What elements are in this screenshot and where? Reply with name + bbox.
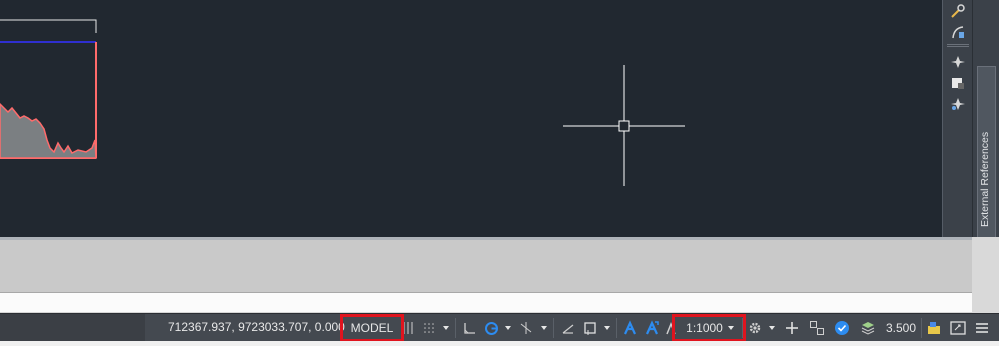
tool-palette-strip <box>942 0 972 237</box>
status-separator <box>455 318 456 338</box>
attach-reference-icon[interactable] <box>948 53 968 71</box>
drawing-canvas[interactable] <box>0 0 942 237</box>
isodraft-dropdown-caret[interactable] <box>538 317 550 339</box>
drawing-content <box>0 19 685 186</box>
object-snap-tracking-icon[interactable] <box>558 317 578 339</box>
status-separator <box>921 318 922 338</box>
isodraft-icon[interactable] <box>516 317 536 339</box>
polar-tracking-icon[interactable] <box>482 317 500 339</box>
reference-manager-icon[interactable] <box>948 95 968 113</box>
workspace-dropdown-caret[interactable] <box>766 317 778 339</box>
refresh-reference-icon[interactable] <box>948 74 968 92</box>
polar-dropdown-caret[interactable] <box>502 317 514 339</box>
command-area-right <box>972 237 999 316</box>
command-history-area <box>0 237 999 294</box>
osnap-dropdown-caret[interactable] <box>601 317 613 339</box>
window-bottom-edge <box>0 341 999 346</box>
palette-separator <box>947 44 969 47</box>
snap-icon[interactable] <box>420 317 438 339</box>
status-separator <box>553 318 554 338</box>
external-references-label: External References <box>979 131 991 227</box>
model-highlight-annotation <box>340 314 404 342</box>
command-line-input[interactable] <box>0 292 972 312</box>
plus-icon[interactable] <box>782 317 802 339</box>
snap-dropdown-caret[interactable] <box>440 317 452 339</box>
units-icon[interactable] <box>806 317 828 339</box>
clean-screen-icon[interactable] <box>948 317 968 339</box>
lineweight-value[interactable]: 3.500 <box>884 317 918 339</box>
object-snap-icon[interactable] <box>580 317 600 339</box>
path-edit-icon[interactable] <box>948 23 968 41</box>
frame-line <box>0 19 97 33</box>
hardware-acceleration-icon[interactable] <box>924 317 944 339</box>
external-references-tab[interactable]: External References <box>977 66 996 237</box>
autocad-window: External References 712367.937, 9723033.… <box>0 0 999 346</box>
gear-icon[interactable] <box>746 317 764 339</box>
scale-highlight-annotation <box>672 314 746 342</box>
status-separator <box>616 318 617 338</box>
isolate-objects-icon[interactable] <box>857 317 879 339</box>
quick-properties-icon[interactable] <box>831 317 853 339</box>
terrain-profile <box>0 102 97 159</box>
auto-scale-icon[interactable] <box>642 317 662 339</box>
status-bar: 712367.937, 9723033.707, 0.000 MODEL 1:1… <box>0 313 999 342</box>
wrench-icon[interactable] <box>948 3 968 21</box>
ortho-icon[interactable] <box>460 317 480 339</box>
annotation-visibility-icon[interactable] <box>620 317 640 339</box>
external-references-panel: External References <box>972 0 999 237</box>
coordinates-display[interactable]: 712367.937, 9723033.707, 0.000 <box>168 320 345 334</box>
hamburger-menu-icon[interactable] <box>972 317 992 339</box>
pickbox-cursor <box>618 120 630 132</box>
